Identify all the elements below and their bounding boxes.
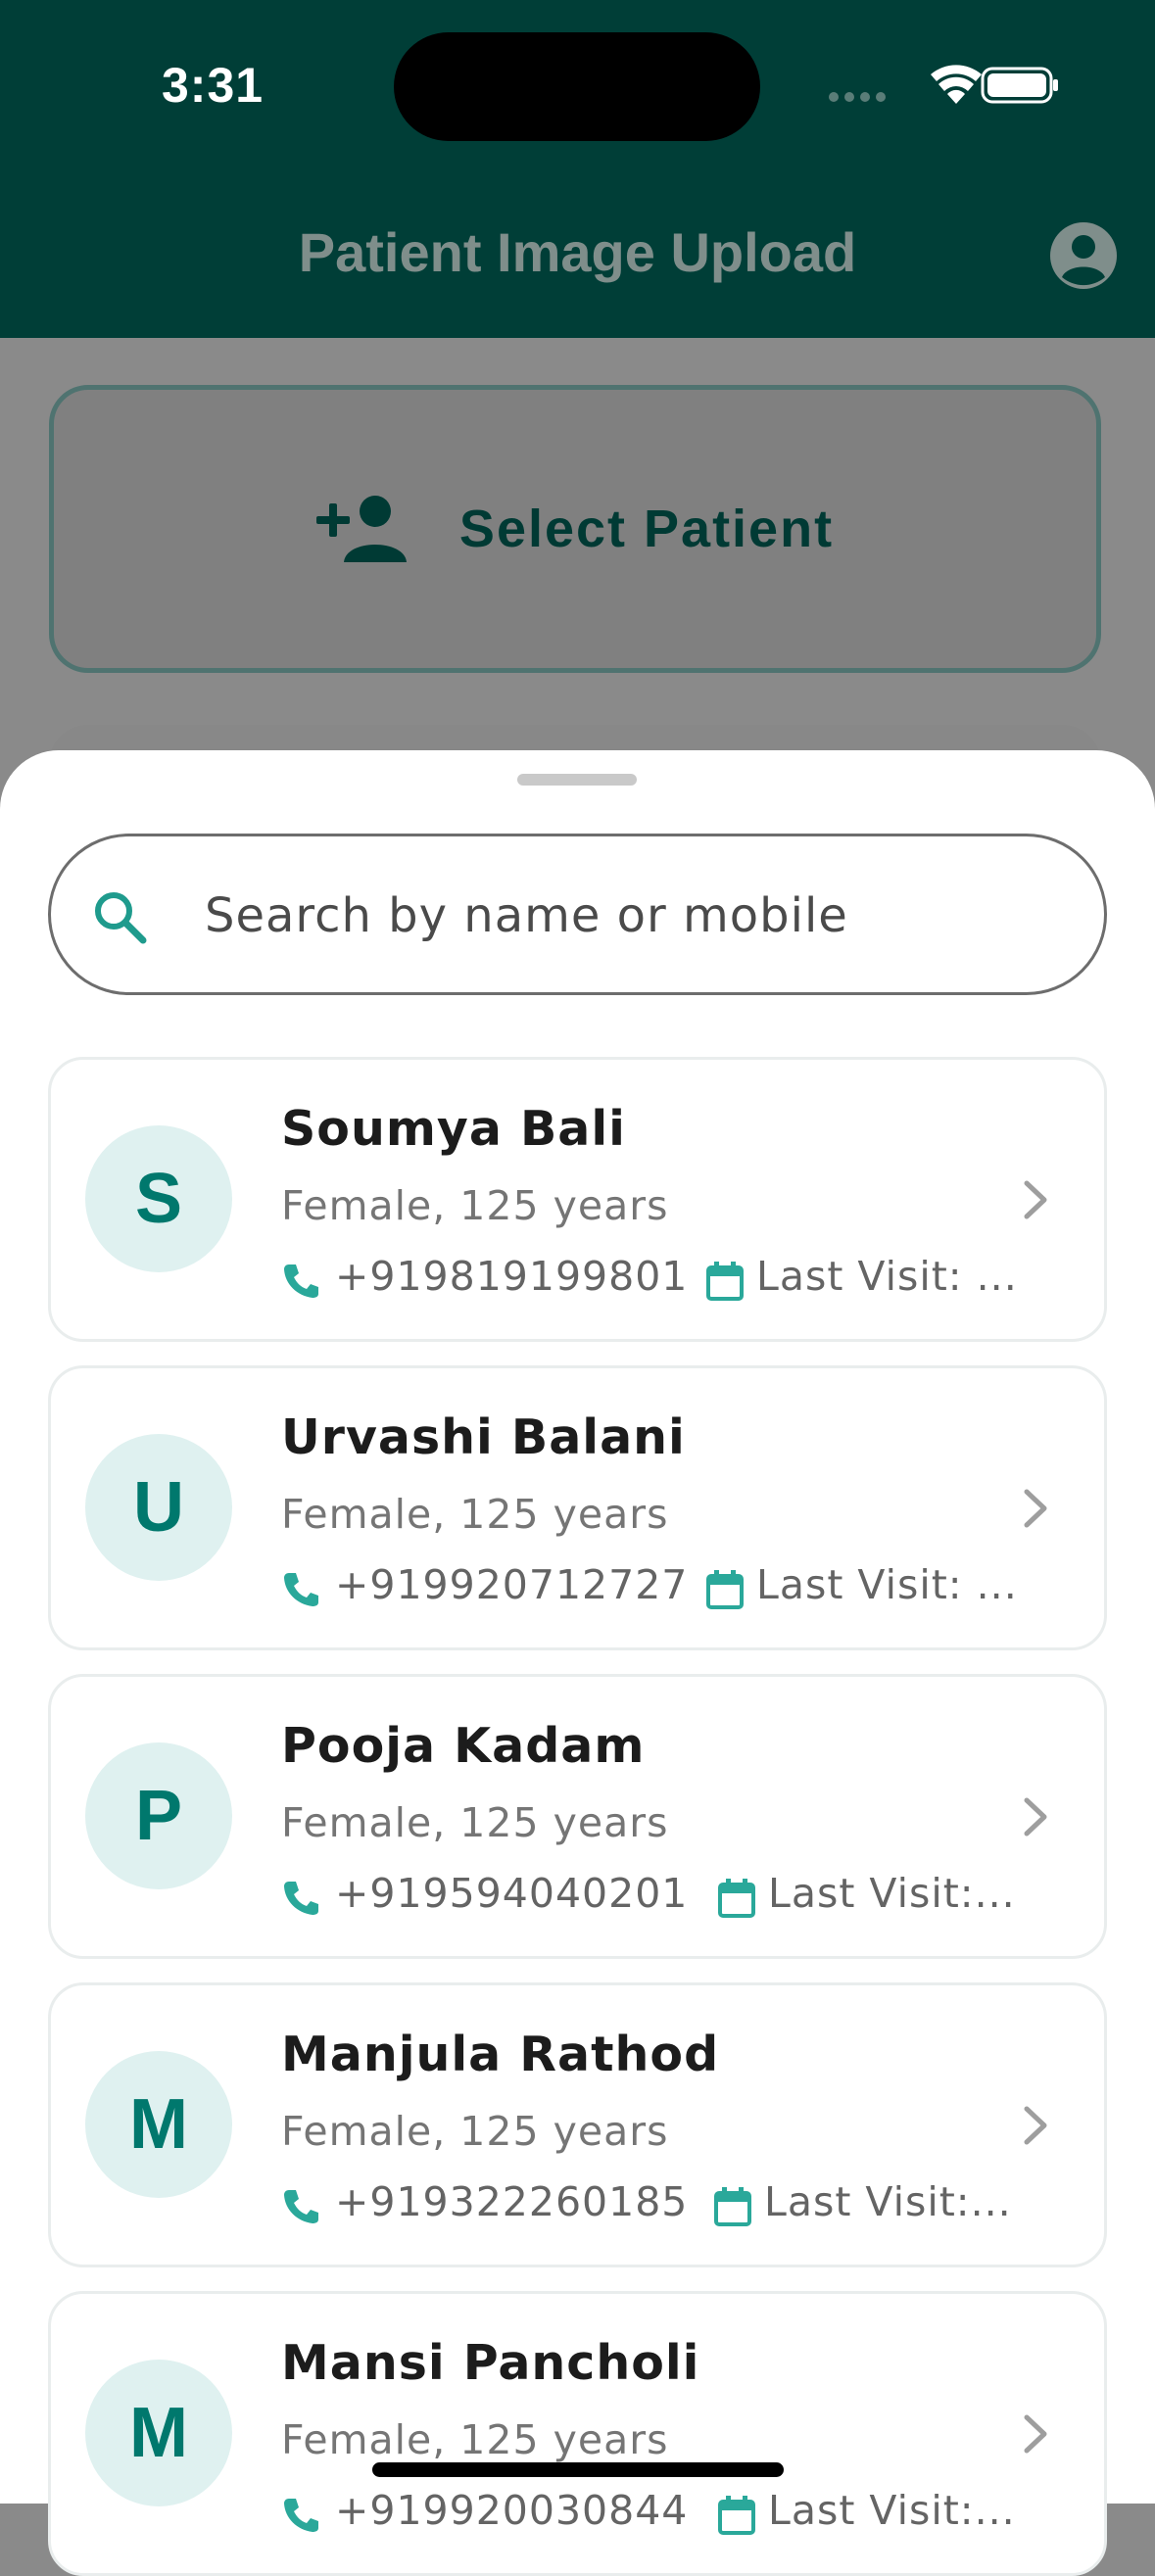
- patient-name: Soumya Bali: [281, 1101, 626, 1157]
- phone-icon: [284, 2190, 318, 2223]
- patient-card[interactable]: M Mansi Pancholi Female, 125 years +9199…: [48, 2291, 1107, 2576]
- patient-last-visit: Last Visit:...: [764, 2178, 1012, 2225]
- patient-name: Urvashi Balani: [281, 1409, 686, 1465]
- patient-phone: +919920030844: [335, 2487, 689, 2534]
- calendar-icon: [706, 1570, 744, 1609]
- patient-last-visit: Last Visit:...: [768, 1870, 1016, 1917]
- phone-icon: [284, 1573, 318, 1606]
- patient-card[interactable]: S Soumya Bali Female, 125 years +9198191…: [48, 1057, 1107, 1342]
- dynamic-island: [394, 32, 760, 141]
- person-add-icon: [315, 496, 407, 562]
- search-icon: [95, 892, 147, 944]
- chevron-right-icon: [1024, 1797, 1047, 1837]
- search-field[interactable]: [48, 834, 1107, 995]
- patient-gender-age: Female, 125 years: [281, 1799, 669, 1846]
- select-patient-button[interactable]: Select Patient: [49, 385, 1101, 673]
- patient-contact-row: +919322260185 Last Visit:...: [281, 2176, 1055, 2235]
- signal-icon: [829, 92, 886, 102]
- chevron-right-icon: [1024, 1489, 1047, 1528]
- calendar-icon: [718, 2496, 755, 2535]
- calendar-icon: [714, 2187, 751, 2226]
- app-header: 3:31 Patient Image Upload: [0, 0, 1155, 338]
- patient-contact-row: +919819199801 Last Visit: ...: [281, 1251, 1055, 1310]
- search-input[interactable]: [203, 866, 1069, 966]
- chevron-right-icon: [1024, 1180, 1047, 1219]
- patient-phone: +919594040201: [335, 1870, 689, 1917]
- status-time: 3:31: [162, 58, 265, 113]
- patient-last-visit: Last Visit: ...: [756, 1253, 1018, 1300]
- patient-contact-row: +919920712727 Last Visit: ...: [281, 1559, 1055, 1618]
- patient-gender-age: Female, 125 years: [281, 1182, 669, 1229]
- patient-gender-age: Female, 125 years: [281, 1491, 669, 1538]
- wifi-icon: [931, 65, 982, 104]
- patient-phone: +919819199801: [335, 1253, 689, 1300]
- phone-icon: [284, 1264, 318, 1298]
- patient-card[interactable]: M Manjula Rathod Female, 125 years +9193…: [48, 1982, 1107, 2267]
- avatar: M: [85, 2051, 232, 2198]
- chevron-right-icon: [1024, 2414, 1047, 2454]
- sheet-grabber[interactable]: [517, 774, 637, 786]
- battery-icon: [981, 67, 1058, 104]
- avatar: U: [85, 1434, 232, 1581]
- home-indicator[interactable]: [372, 2462, 784, 2477]
- patient-picker-sheet: S Soumya Bali Female, 125 years +9198191…: [0, 750, 1155, 2576]
- phone-icon: [284, 2499, 318, 2532]
- patient-last-visit: Last Visit: ...: [756, 1561, 1018, 1608]
- patient-name: Manjula Rathod: [281, 2027, 720, 2082]
- status-icons: [829, 65, 1058, 104]
- patient-last-visit: Last Visit:...: [768, 2487, 1016, 2534]
- account-circle-icon[interactable]: [1048, 220, 1119, 291]
- select-patient-label: Select Patient: [458, 500, 835, 558]
- patient-phone: +919920712727: [335, 1561, 689, 1608]
- patient-name: Mansi Pancholi: [281, 2335, 700, 2391]
- calendar-icon: [706, 1262, 744, 1301]
- patient-phone: +919322260185: [335, 2178, 689, 2225]
- patient-contact-row: +919594040201 Last Visit:...: [281, 1868, 1055, 1927]
- calendar-icon: [718, 1879, 755, 1918]
- patient-contact-row: +919920030844 Last Visit:...: [281, 2485, 1055, 2544]
- avatar: M: [85, 2360, 232, 2506]
- avatar: P: [85, 1742, 232, 1889]
- phone-icon: [284, 1882, 318, 1915]
- patient-gender-age: Female, 125 years: [281, 2416, 669, 2463]
- page-title: Patient Image Upload: [298, 221, 857, 283]
- patient-name: Pooja Kadam: [281, 1718, 646, 1774]
- patient-card[interactable]: U Urvashi Balani Female, 125 years +9199…: [48, 1365, 1107, 1650]
- patient-card[interactable]: P Pooja Kadam Female, 125 years +9195940…: [48, 1674, 1107, 1959]
- chevron-right-icon: [1024, 2106, 1047, 2145]
- patient-gender-age: Female, 125 years: [281, 2108, 669, 2155]
- avatar: S: [85, 1125, 232, 1272]
